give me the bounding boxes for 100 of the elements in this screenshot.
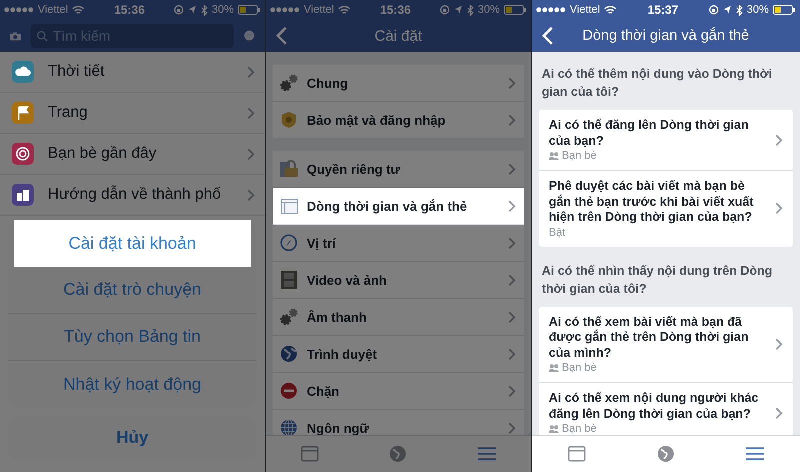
gears-icon (279, 307, 299, 327)
location-icon (188, 5, 197, 15)
lock-rotation-icon (708, 5, 719, 15)
sheet-option[interactable]: Cài đặt tài khoản (14, 220, 251, 267)
back-button[interactable] (542, 26, 554, 46)
chevron-icon (508, 114, 516, 126)
badge-icon (279, 110, 299, 130)
battery-percent: 30% (746, 4, 769, 16)
no-entry-icon (279, 381, 299, 401)
search-icon (37, 30, 48, 42)
signal-icon (270, 6, 300, 14)
status-time: 15:37 (648, 3, 679, 17)
sheet-option[interactable]: Nhật ký hoạt động (8, 361, 257, 408)
globe-icon (279, 344, 299, 364)
chevron-icon (508, 384, 516, 398)
window-icon[interactable] (568, 446, 586, 462)
menu-item[interactable]: Bạn bè gần đây (0, 134, 265, 175)
chevron-icon (508, 422, 516, 434)
setting-value: Bạn bè (562, 423, 597, 435)
people-icon (549, 364, 559, 372)
signal-icon (4, 6, 34, 14)
menu-item[interactable]: Thời tiết (0, 52, 265, 93)
settings-item-label: Video và ảnh (307, 272, 388, 288)
signal-icon (536, 6, 566, 14)
menu-item[interactable]: Hướng dẫn về thành phố (0, 175, 265, 216)
settings-item[interactable]: Chung (273, 65, 524, 102)
status-time: 15:36 (380, 3, 412, 17)
back-button[interactable] (276, 26, 288, 46)
carrier-name: Viettel (38, 4, 68, 16)
setting-question: Ai có thể xem nội dung người khác đăng lên Dòng thời gian của bạn? (549, 391, 760, 422)
carrier-name: Viettel (570, 4, 600, 16)
menu-item[interactable]: Trang (0, 93, 265, 134)
chevron-icon (775, 406, 783, 420)
section-heading: Ai có thể thêm nội dung vào Dòng thời gian của tôi? (541, 66, 774, 101)
battery-percent: 30% (212, 4, 234, 16)
menu-icon[interactable] (746, 447, 764, 461)
setting-value: Bạn bè (562, 362, 597, 374)
padlock-icon (279, 159, 299, 179)
window-icon[interactable] (301, 446, 320, 462)
compass-icon (279, 233, 299, 253)
chevron-icon (775, 202, 783, 216)
settings-item-label: Quyền riêng tư (307, 162, 402, 176)
bluetooth-icon (200, 4, 208, 16)
setting-question: Phê duyệt các bài viết mà bạn bè gắn thẻ bạn trước khi bài viết xuất hiện trên Dòng thời gian của bạn? (549, 179, 755, 226)
chevron-icon (247, 148, 255, 160)
settings-item[interactable]: Dòng thời gian và gắn thẻ (273, 188, 524, 225)
settings-item-label: Vị trí (307, 236, 338, 250)
bluetooth-icon (736, 4, 743, 16)
chevron-icon (508, 310, 516, 324)
battery-icon (504, 5, 527, 15)
chevron-icon (775, 134, 783, 146)
chevron-icon (508, 274, 516, 286)
status-time: 15:36 (114, 3, 146, 17)
settings-item-label: Âm thanh (307, 310, 368, 324)
setting-question: Ai có thể xem bài viết mà bạn đã được gắn thẻ trên Dòng thời gian của mình? (549, 314, 750, 361)
settings-item-label: Chặn (307, 384, 340, 398)
chevron-icon (247, 66, 255, 78)
section-heading: Ai có thể nhìn thấy nội dung trên Dòng thời gian của tôi? (541, 262, 774, 298)
people-icon (549, 152, 559, 160)
location-icon (454, 5, 463, 15)
sheet-option[interactable]: Cài đặt trò chuyện (8, 267, 257, 314)
chevron-icon (508, 162, 516, 176)
gears-icon (279, 73, 299, 93)
chevron-icon (508, 76, 516, 90)
lock-rotation-icon (174, 5, 184, 15)
chevron-icon (508, 236, 516, 250)
settings-item[interactable]: Ai có thể xem bài viết mà bạn đã được gắn thẻ trên Dòng thời gian của mình? Bạn bè (539, 306, 793, 383)
settings-item[interactable]: Ai có thể đăng lên Dòng thời gian của bạn? Bạn bè (539, 110, 793, 171)
screen-title: Dòng thời gian và gắn thẻ (582, 28, 750, 44)
film-icon (279, 270, 299, 290)
globe-icon[interactable] (656, 445, 675, 463)
settings-item-label: Ngôn ngữ (307, 420, 370, 435)
wifi-icon (604, 5, 618, 15)
menu-item-label: Hướng dẫn về thành phố (48, 186, 222, 204)
menu-item-label: Bạn bè gần đây (48, 145, 158, 163)
setting-question: Ai có thể đăng lên Dòng thời gian của bạn? (549, 118, 750, 149)
settings-item[interactable]: Quyền riêng tư (273, 151, 524, 188)
people-icon (549, 425, 559, 433)
chevron-icon (508, 348, 516, 360)
wifi-icon (338, 5, 352, 15)
setting-value: Bật (549, 226, 566, 238)
battery-icon (772, 5, 796, 15)
chevron-icon (247, 188, 255, 202)
menu-icon[interactable] (478, 447, 496, 461)
lock-rotation-icon (440, 5, 450, 15)
settings-item-label: Dòng thời gian và gắn thẻ (307, 198, 468, 214)
settings-item-label: Chung (307, 76, 350, 90)
settings-item[interactable]: Ai có thể xem nội dung người khác đăng lên Dòng thời gian của bạn? Bạn bè (539, 383, 793, 435)
window-icon (279, 196, 299, 216)
menu-item-label: Trang (48, 104, 89, 122)
wifi-icon (72, 5, 86, 15)
settings-item[interactable]: Phê duyệt các bài viết mà bạn bè gắn thẻ bạn trước khi bài viết xuất hiện trên Dòng thời gian của bạn? Bật (539, 171, 793, 246)
bluetooth-icon (466, 4, 474, 16)
sheet-option[interactable]: Tùy chọn Bảng tin (8, 314, 257, 361)
carrier-name: Viettel (304, 4, 334, 16)
battery-percent: 30% (478, 4, 500, 16)
globe-icon[interactable] (389, 445, 408, 463)
settings-item-label: Bảo mật và đăng nhập (307, 112, 447, 128)
battery-icon (238, 5, 261, 15)
menu-item-label: Thời tiết (48, 63, 106, 81)
